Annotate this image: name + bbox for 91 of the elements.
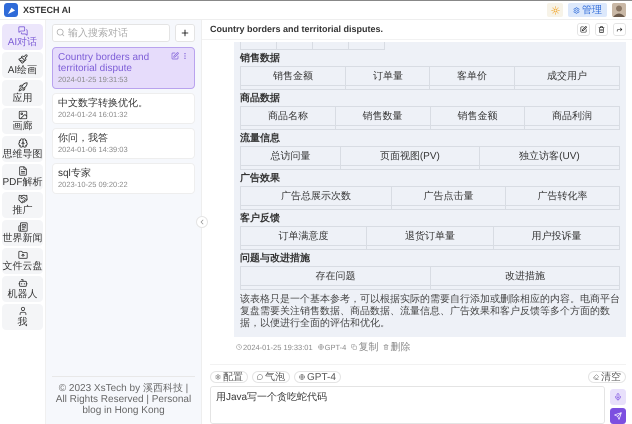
table-header: 存在问题	[240, 266, 430, 286]
edit-icon	[580, 26, 587, 33]
settings-icon	[573, 6, 580, 14]
nav-item[interactable]: 世界新闻	[2, 220, 43, 246]
globe-icon	[299, 374, 305, 380]
chat-title: 中文数字转换优化。	[58, 98, 149, 109]
nav-item[interactable]: 画廊	[2, 108, 43, 134]
delete-button[interactable]	[595, 22, 608, 36]
delete-message-button[interactable]: 删除	[383, 340, 410, 354]
table-header: 销售金额	[430, 106, 525, 126]
conversation-title: Country borders and territorial disputes.	[210, 24, 384, 34]
copy-button[interactable]: 复制	[351, 340, 378, 354]
section-title: 问题与改进措施	[240, 252, 311, 265]
share-button[interactable]	[613, 22, 626, 36]
chat-title: 你问，我答	[58, 133, 109, 144]
send-button[interactable]	[610, 408, 626, 424]
mic-icon	[614, 393, 622, 401]
plus-icon	[180, 28, 190, 38]
brain-icon	[18, 138, 28, 148]
table-header: 独立访客(UV)	[479, 146, 620, 166]
edit-button[interactable]	[577, 22, 590, 36]
app-name: XSTECH AI	[23, 5, 72, 15]
rocket-icon	[18, 82, 28, 92]
table-header: 广告点击量	[392, 186, 506, 206]
section-title: 客户反馈	[240, 212, 281, 225]
table-header: 商品利润	[524, 106, 620, 126]
copy-icon	[351, 344, 358, 350]
settings-icon	[215, 374, 221, 380]
bubble-icon	[257, 374, 263, 380]
option-chip[interactable]: 气泡	[252, 371, 290, 383]
eraser-icon	[593, 374, 599, 380]
table-header: 订单量	[346, 66, 430, 86]
clear-button[interactable]: 清空	[588, 371, 626, 383]
chat-icon	[18, 26, 28, 36]
table-header: 页面视图(PV)	[340, 146, 480, 166]
nav-item[interactable]: AI对话	[2, 24, 43, 50]
nav-item[interactable]: 我	[2, 304, 43, 330]
section-title: 广告效果	[240, 172, 281, 185]
option-chip[interactable]: GPT-4	[294, 371, 341, 383]
nav-item[interactable]: AI绘画	[2, 52, 43, 78]
table-header: 成交用户	[514, 66, 620, 86]
table-header: 用户投诉量	[493, 226, 620, 246]
handshake-icon	[18, 194, 28, 204]
document-icon	[18, 166, 28, 176]
summary-text: 该表格只是一个基本参考，可以根据实际的需要自行添加或删除相应的内容。电商平台复盘需要关注销售数据、商品数据、流量信息、广告效果和客户反馈等多个方面的数据，以便进行全面的评估和优化。	[240, 294, 620, 330]
globe-icon	[318, 344, 324, 350]
clock-icon	[236, 344, 242, 350]
chat-title: Country borders and territorial dispute	[58, 52, 150, 74]
section-title: 销售数据	[240, 52, 281, 65]
table-header: 商品名称	[240, 106, 336, 126]
nav-item[interactable]: 机器人	[2, 276, 43, 302]
avatar[interactable]	[612, 3, 626, 17]
table-header: 销售数量	[335, 106, 430, 126]
table-header: 广告总展示次数	[240, 186, 392, 206]
table-header: 退货订单量	[366, 226, 494, 246]
table-header: 总访问量	[240, 146, 340, 166]
option-chip[interactable]: 配置	[210, 371, 248, 383]
edit-icon[interactable]	[171, 52, 179, 60]
brush-icon	[18, 54, 28, 64]
search-field[interactable]: 输入搜索对话	[52, 24, 170, 42]
newspaper-icon	[18, 222, 28, 232]
message-input[interactable]: 用Java写一个贪吃蛇代码	[210, 386, 605, 424]
image-icon	[18, 110, 28, 120]
share-icon	[616, 26, 623, 33]
table-header: 订单满意度	[240, 226, 367, 246]
admin-button[interactable]: 管理	[568, 3, 607, 17]
trash-icon	[383, 344, 390, 350]
search-icon	[56, 28, 65, 37]
chevron-left-icon	[198, 218, 206, 226]
logo-icon	[4, 3, 18, 17]
trash-icon	[598, 26, 605, 33]
mic-button[interactable]	[610, 389, 626, 405]
section-title: 商品数据	[240, 92, 281, 105]
sun-icon	[550, 6, 560, 14]
new-chat-button[interactable]	[175, 24, 195, 42]
nav-item[interactable]: 推广	[2, 192, 43, 218]
nav-item[interactable]: PDF解析	[2, 164, 43, 190]
footer-text: © 2023 XsTech by 溪西科技 | All Rights Reserved | Personal blog in Hong Kong	[52, 376, 195, 424]
nav-item[interactable]: 文件云盘	[2, 248, 43, 274]
table-header: 改进措施	[430, 266, 620, 286]
chat-title: sql专家	[58, 168, 92, 179]
nav-item[interactable]: 应用	[2, 80, 43, 106]
table-header: 广告转化率	[506, 186, 620, 206]
section-title: 流量信息	[240, 132, 281, 145]
nav-item[interactable]: 思维导图	[2, 136, 43, 162]
table-header: 客单价	[430, 66, 514, 86]
table-header: 销售金额	[240, 66, 346, 86]
user-icon	[18, 306, 28, 316]
robot-icon	[18, 278, 28, 288]
send-icon	[614, 412, 622, 420]
folder-icon	[18, 250, 28, 260]
